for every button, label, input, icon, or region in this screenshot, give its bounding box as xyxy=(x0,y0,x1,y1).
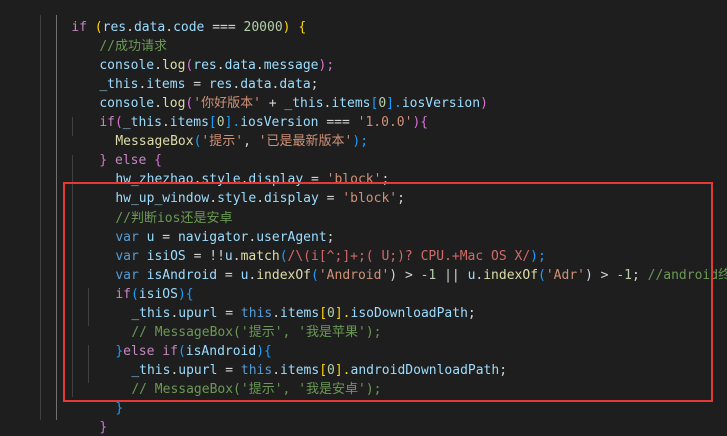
code-line-1[interactable]: if (res.data.code === 20000) { xyxy=(40,0,306,35)
code-line-23[interactable]: } else { xyxy=(40,418,134,436)
number-literal: 20000 xyxy=(243,20,283,35)
paren: ); xyxy=(352,134,369,149)
brace: ){ xyxy=(412,115,429,130)
code-line-7[interactable]: MessageBox('提示', '已是最新版本'); xyxy=(84,113,368,149)
indent-guide-active xyxy=(56,15,57,420)
brace: } xyxy=(115,401,124,416)
highlight-annotation-box xyxy=(63,182,713,402)
code-line-5[interactable]: console.log('你好版本' + _this.items[0].iosV… xyxy=(68,75,488,111)
code-line-9[interactable]: hw_zhezhao.style.display = 'block'; xyxy=(84,151,389,187)
code-line-6[interactable]: if(_this.items[0].iosVersion === '1.0.0'… xyxy=(68,94,428,130)
identifier: code xyxy=(173,20,205,35)
indent-guide xyxy=(40,15,41,420)
paren: ); xyxy=(318,58,335,73)
operator: === xyxy=(204,20,244,35)
comma: , xyxy=(243,134,259,149)
string-literal: '已是最新版本' xyxy=(258,134,353,149)
string-literal: '提示' xyxy=(201,134,244,149)
code-editor[interactable]: if (res.data.code === 20000) { //成功请求 co… xyxy=(0,0,727,436)
code-line-8[interactable]: } else { xyxy=(68,132,162,168)
code-line-2[interactable]: //成功请求 xyxy=(68,18,167,54)
paren: ) xyxy=(480,96,488,111)
code-line-3[interactable]: console.log(res.data.message); xyxy=(68,37,334,73)
code-line-4[interactable]: _this.items = res.data.data; xyxy=(68,56,318,92)
brace: ) { xyxy=(282,20,307,35)
